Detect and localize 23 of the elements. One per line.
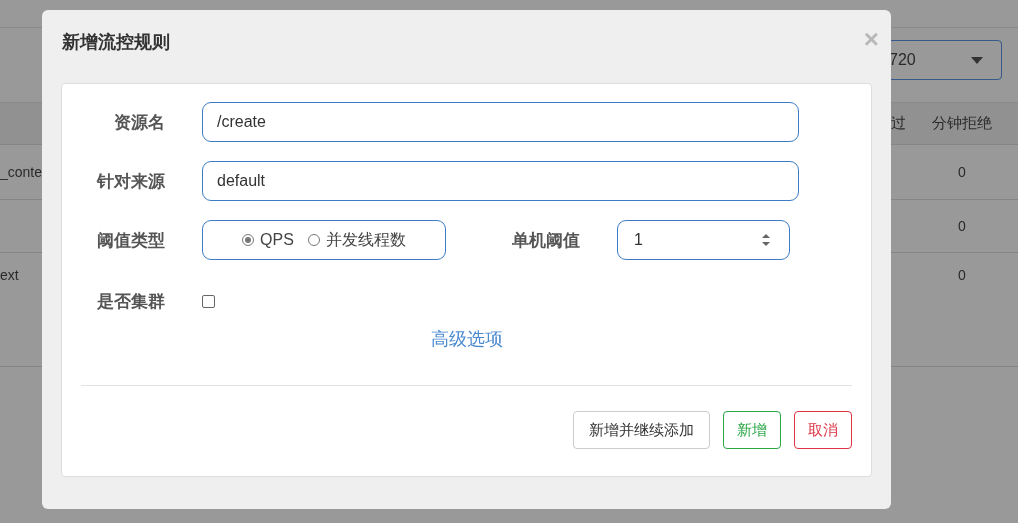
column-header: 分钟拒绝 (931, 114, 993, 133)
table-cell-text: ext (0, 266, 20, 283)
dialog-title: 新增流控规则 (62, 31, 170, 54)
radio-option[interactable]: 并发线程数 (307, 229, 406, 251)
dialog-button[interactable]: 新增并继续添加 (573, 411, 710, 449)
number-field[interactable]: 1 (617, 220, 790, 260)
table-cell-text: 0 (957, 218, 967, 234)
field-label: 针对来源 (95, 170, 165, 193)
spinner-icon (761, 233, 771, 247)
advanced-options-link[interactable]: 高级选项 (430, 327, 503, 351)
field-label: 资源名 (113, 111, 165, 134)
dialog-button[interactable]: 取消 (794, 411, 852, 449)
caret-icon (971, 56, 983, 64)
text-field[interactable]: /create (202, 102, 799, 142)
checkbox[interactable] (202, 294, 215, 308)
field-label: 单机阈值 (512, 229, 580, 252)
table-cell-text: 0 (957, 164, 967, 180)
field-label: 阈值类型 (96, 229, 165, 252)
field-label: 是否集群 (96, 290, 165, 313)
table-cell-text: 0 (957, 266, 967, 283)
text-field[interactable]: default (202, 161, 799, 201)
radio-option[interactable]: QPS (242, 231, 294, 249)
column-header: 过 (890, 114, 906, 133)
